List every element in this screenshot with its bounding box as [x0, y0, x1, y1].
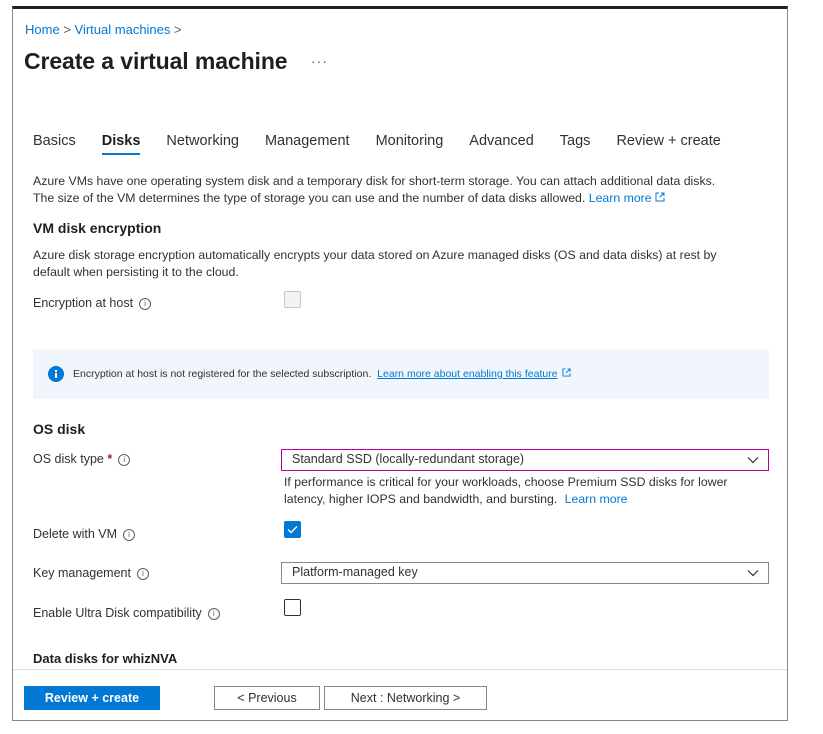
learn-more-link[interactable]: Learn more — [589, 191, 665, 205]
info-icon[interactable]: i — [118, 454, 131, 466]
tab-basics[interactable]: Basics — [33, 133, 76, 155]
ultra-disk-label: Enable Ultra Disk compatibility i — [33, 606, 220, 620]
encryption-at-host-label: Encryption at host i — [33, 296, 152, 310]
previous-button[interactable]: < Previous — [214, 686, 320, 710]
data-disks-heading: Data disks for whizNVA — [33, 651, 178, 666]
tab-networking[interactable]: Networking — [166, 133, 239, 155]
breadcrumb-separator: > — [174, 22, 182, 37]
tab-review-create[interactable]: Review + create — [616, 133, 720, 155]
os-disk-heading: OS disk — [33, 421, 86, 437]
delete-with-vm-label: Delete with VM i — [33, 527, 136, 541]
encryption-at-host-checkbox[interactable] — [284, 291, 301, 308]
delete-with-vm-checkbox[interactable] — [284, 521, 301, 538]
breadcrumb-virtual-machines[interactable]: Virtual machines — [75, 22, 171, 37]
tab-management[interactable]: Management — [265, 133, 350, 155]
key-management-label: Key management i — [33, 566, 149, 580]
banner-text: Encryption at host is not registered for… — [73, 368, 372, 380]
external-link-icon — [562, 368, 572, 377]
portal-frame: Home > Virtual machines > Create a virtu… — [12, 6, 788, 721]
chevron-down-icon — [747, 570, 759, 577]
learn-more-enabling-link[interactable]: Learn more about enabling this feature — [377, 368, 557, 380]
breadcrumb-home[interactable]: Home — [25, 22, 60, 37]
checkmark-icon — [287, 526, 298, 534]
page-title: Create a virtual machine — [24, 48, 288, 74]
info-filled-icon — [48, 366, 64, 382]
tab-advanced[interactable]: Advanced — [469, 133, 534, 155]
next-networking-button[interactable]: Next : Networking > — [324, 686, 487, 710]
os-disk-type-dropdown[interactable]: Standard SSD (locally-redundant storage) — [281, 449, 769, 471]
ultra-disk-checkbox[interactable] — [284, 599, 301, 616]
tab-monitoring[interactable]: Monitoring — [376, 133, 444, 155]
intro-text: Azure VMs have one operating system disk… — [33, 174, 716, 205]
premium-ssd-learn-more-link[interactable]: Learn more — [565, 492, 628, 506]
info-banner: Encryption at host is not registered for… — [33, 349, 769, 399]
tab-disks[interactable]: Disks — [101, 133, 141, 155]
breadcrumb: Home > Virtual machines > — [25, 22, 182, 37]
footer-bar: Review + create < Previous Next : Networ… — [13, 669, 787, 720]
tab-bar: Basics Disks Networking Management Monit… — [33, 133, 747, 155]
tab-tags[interactable]: Tags — [560, 133, 591, 155]
key-management-dropdown[interactable]: Platform-managed key — [281, 562, 769, 584]
info-icon[interactable]: i — [139, 298, 152, 310]
encryption-description: Azure disk storage encryption automatica… — [33, 248, 717, 279]
chevron-down-icon — [747, 457, 759, 464]
review-create-button[interactable]: Review + create — [24, 686, 160, 710]
required-marker: * — [107, 452, 113, 466]
external-link-icon — [655, 192, 665, 202]
breadcrumb-separator: > — [63, 22, 71, 37]
info-icon[interactable]: i — [123, 529, 136, 541]
os-disk-type-hint: If performance is critical for your work… — [284, 475, 728, 506]
os-disk-type-label: OS disk type * i — [33, 452, 131, 466]
info-icon[interactable]: i — [207, 608, 220, 620]
more-options-icon[interactable]: ··· — [311, 53, 328, 69]
info-icon[interactable]: i — [136, 568, 149, 580]
vm-disk-encryption-heading: VM disk encryption — [33, 220, 162, 236]
